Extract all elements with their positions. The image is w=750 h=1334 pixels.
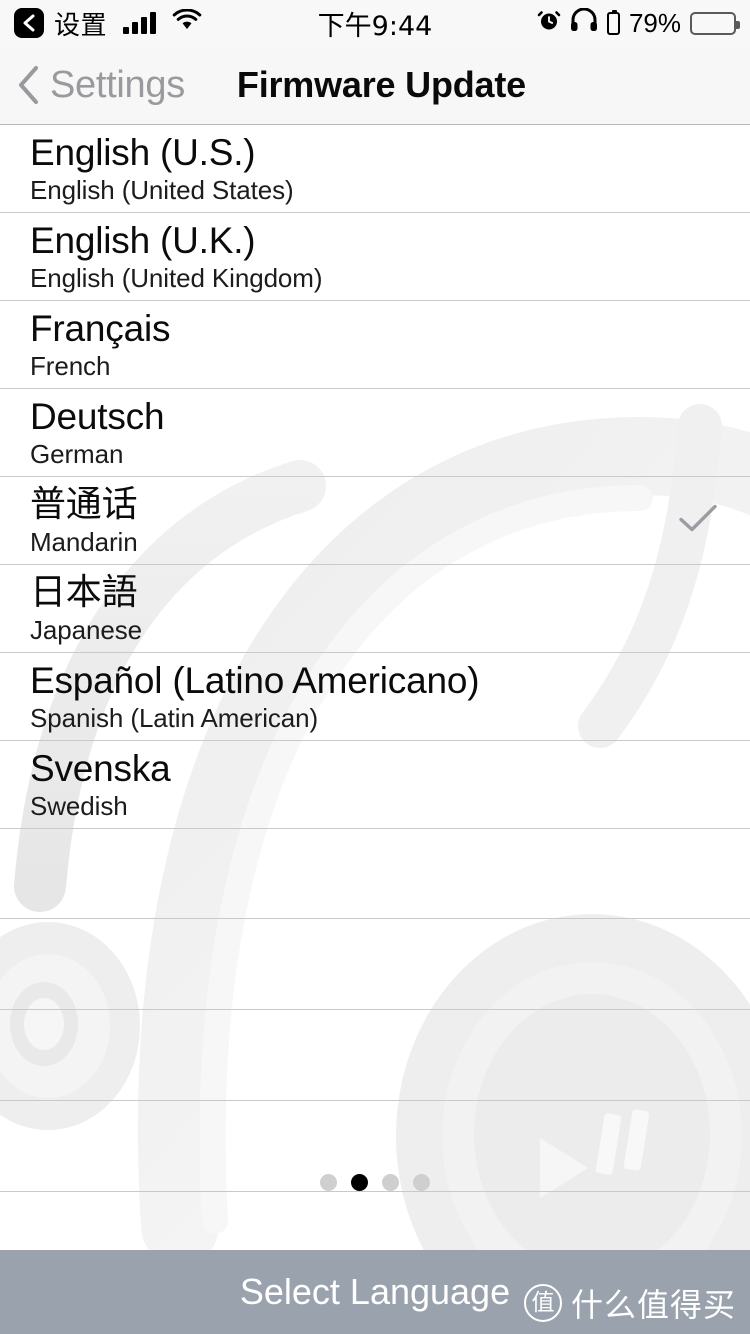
language-row-empty (0, 919, 750, 1010)
language-native-name: Svenska (30, 748, 171, 789)
status-bar-left: 设置 (14, 5, 375, 42)
language-native-name: Français (30, 308, 171, 349)
status-bar-right: 79% (375, 7, 740, 39)
language-english-name: English (United Kingdom) (30, 263, 323, 293)
language-native-name: Español (Latino Americano) (30, 660, 480, 701)
language-native-name: Deutsch (30, 396, 165, 437)
battery-icon (690, 11, 740, 35)
language-english-name: French (30, 351, 111, 381)
page-dot-4[interactable] (413, 1174, 430, 1191)
chevron-left-icon (19, 66, 38, 104)
site-watermark: 值 什么值得买 (523, 1280, 736, 1326)
cellular-signal-icon (123, 12, 157, 34)
language-native-name: 普通话 (30, 484, 138, 525)
page-dot-2[interactable] (351, 1174, 368, 1191)
language-row-japanese[interactable]: 日本語 Japanese (0, 565, 750, 653)
language-row-swedish[interactable]: Svenska Swedish (0, 741, 750, 829)
wifi-icon (172, 8, 202, 38)
navigation-bar: Settings Firmware Update (0, 46, 750, 125)
language-native-name: English (U.S.) (30, 132, 256, 173)
status-bar-app-label: 设置 (54, 10, 108, 41)
language-row-english-uk[interactable]: English (U.K.) English (United Kingdom) (0, 213, 750, 301)
nav-back-label: Settings (50, 63, 185, 106)
battery-percent-label: 79% (628, 7, 681, 38)
headphones-icon (570, 7, 598, 39)
language-row-spanish-latam[interactable]: Español (Latino Americano) Spanish (Lati… (0, 653, 750, 741)
language-row-german[interactable]: Deutsch German (0, 389, 750, 477)
language-row-empty (0, 1010, 750, 1101)
page-dot-1[interactable] (320, 1174, 337, 1191)
chevron-left-icon (23, 14, 35, 32)
page-title: Firmware Update (236, 64, 526, 105)
status-bar: 设置 下午9:44 79% (0, 0, 750, 46)
language-english-name: Japanese (30, 615, 142, 645)
accessory-battery-icon (606, 9, 620, 35)
language-english-name: German (30, 439, 124, 469)
return-to-settings-button[interactable] (14, 8, 44, 38)
language-english-name: English (United States) (30, 175, 294, 205)
language-native-name: 日本語 (30, 572, 138, 613)
smzdm-logo-icon: 值 (523, 1284, 562, 1322)
language-list: English (U.S.) English (United States) E… (0, 125, 750, 1192)
page-dot-3[interactable] (382, 1174, 399, 1191)
select-language-bar[interactable]: Select Language 值 什么值得买 (0, 1250, 750, 1334)
nav-back-button[interactable]: Settings (16, 63, 185, 107)
language-english-name: Spanish (Latin American) (30, 703, 319, 733)
language-row-english-us[interactable]: English (U.S.) English (United States) (0, 125, 750, 213)
language-english-name: Swedish (30, 791, 128, 821)
language-row-mandarin[interactable]: 普通话 Mandarin (0, 477, 750, 565)
language-row-french[interactable]: Français French (0, 301, 750, 389)
language-english-name: Mandarin (30, 527, 138, 557)
phone-screen: 设置 下午9:44 79% Settings Firmware Update E… (0, 0, 750, 1334)
selected-checkmark-icon (678, 502, 718, 539)
language-native-name: English (U.K.) (30, 220, 256, 261)
alarm-clock-icon (537, 8, 561, 39)
page-indicator[interactable] (0, 1174, 750, 1191)
language-row-empty (0, 829, 750, 919)
select-language-label: Select Language (239, 1271, 511, 1312)
watermark-text: 什么值得买 (570, 1286, 736, 1324)
